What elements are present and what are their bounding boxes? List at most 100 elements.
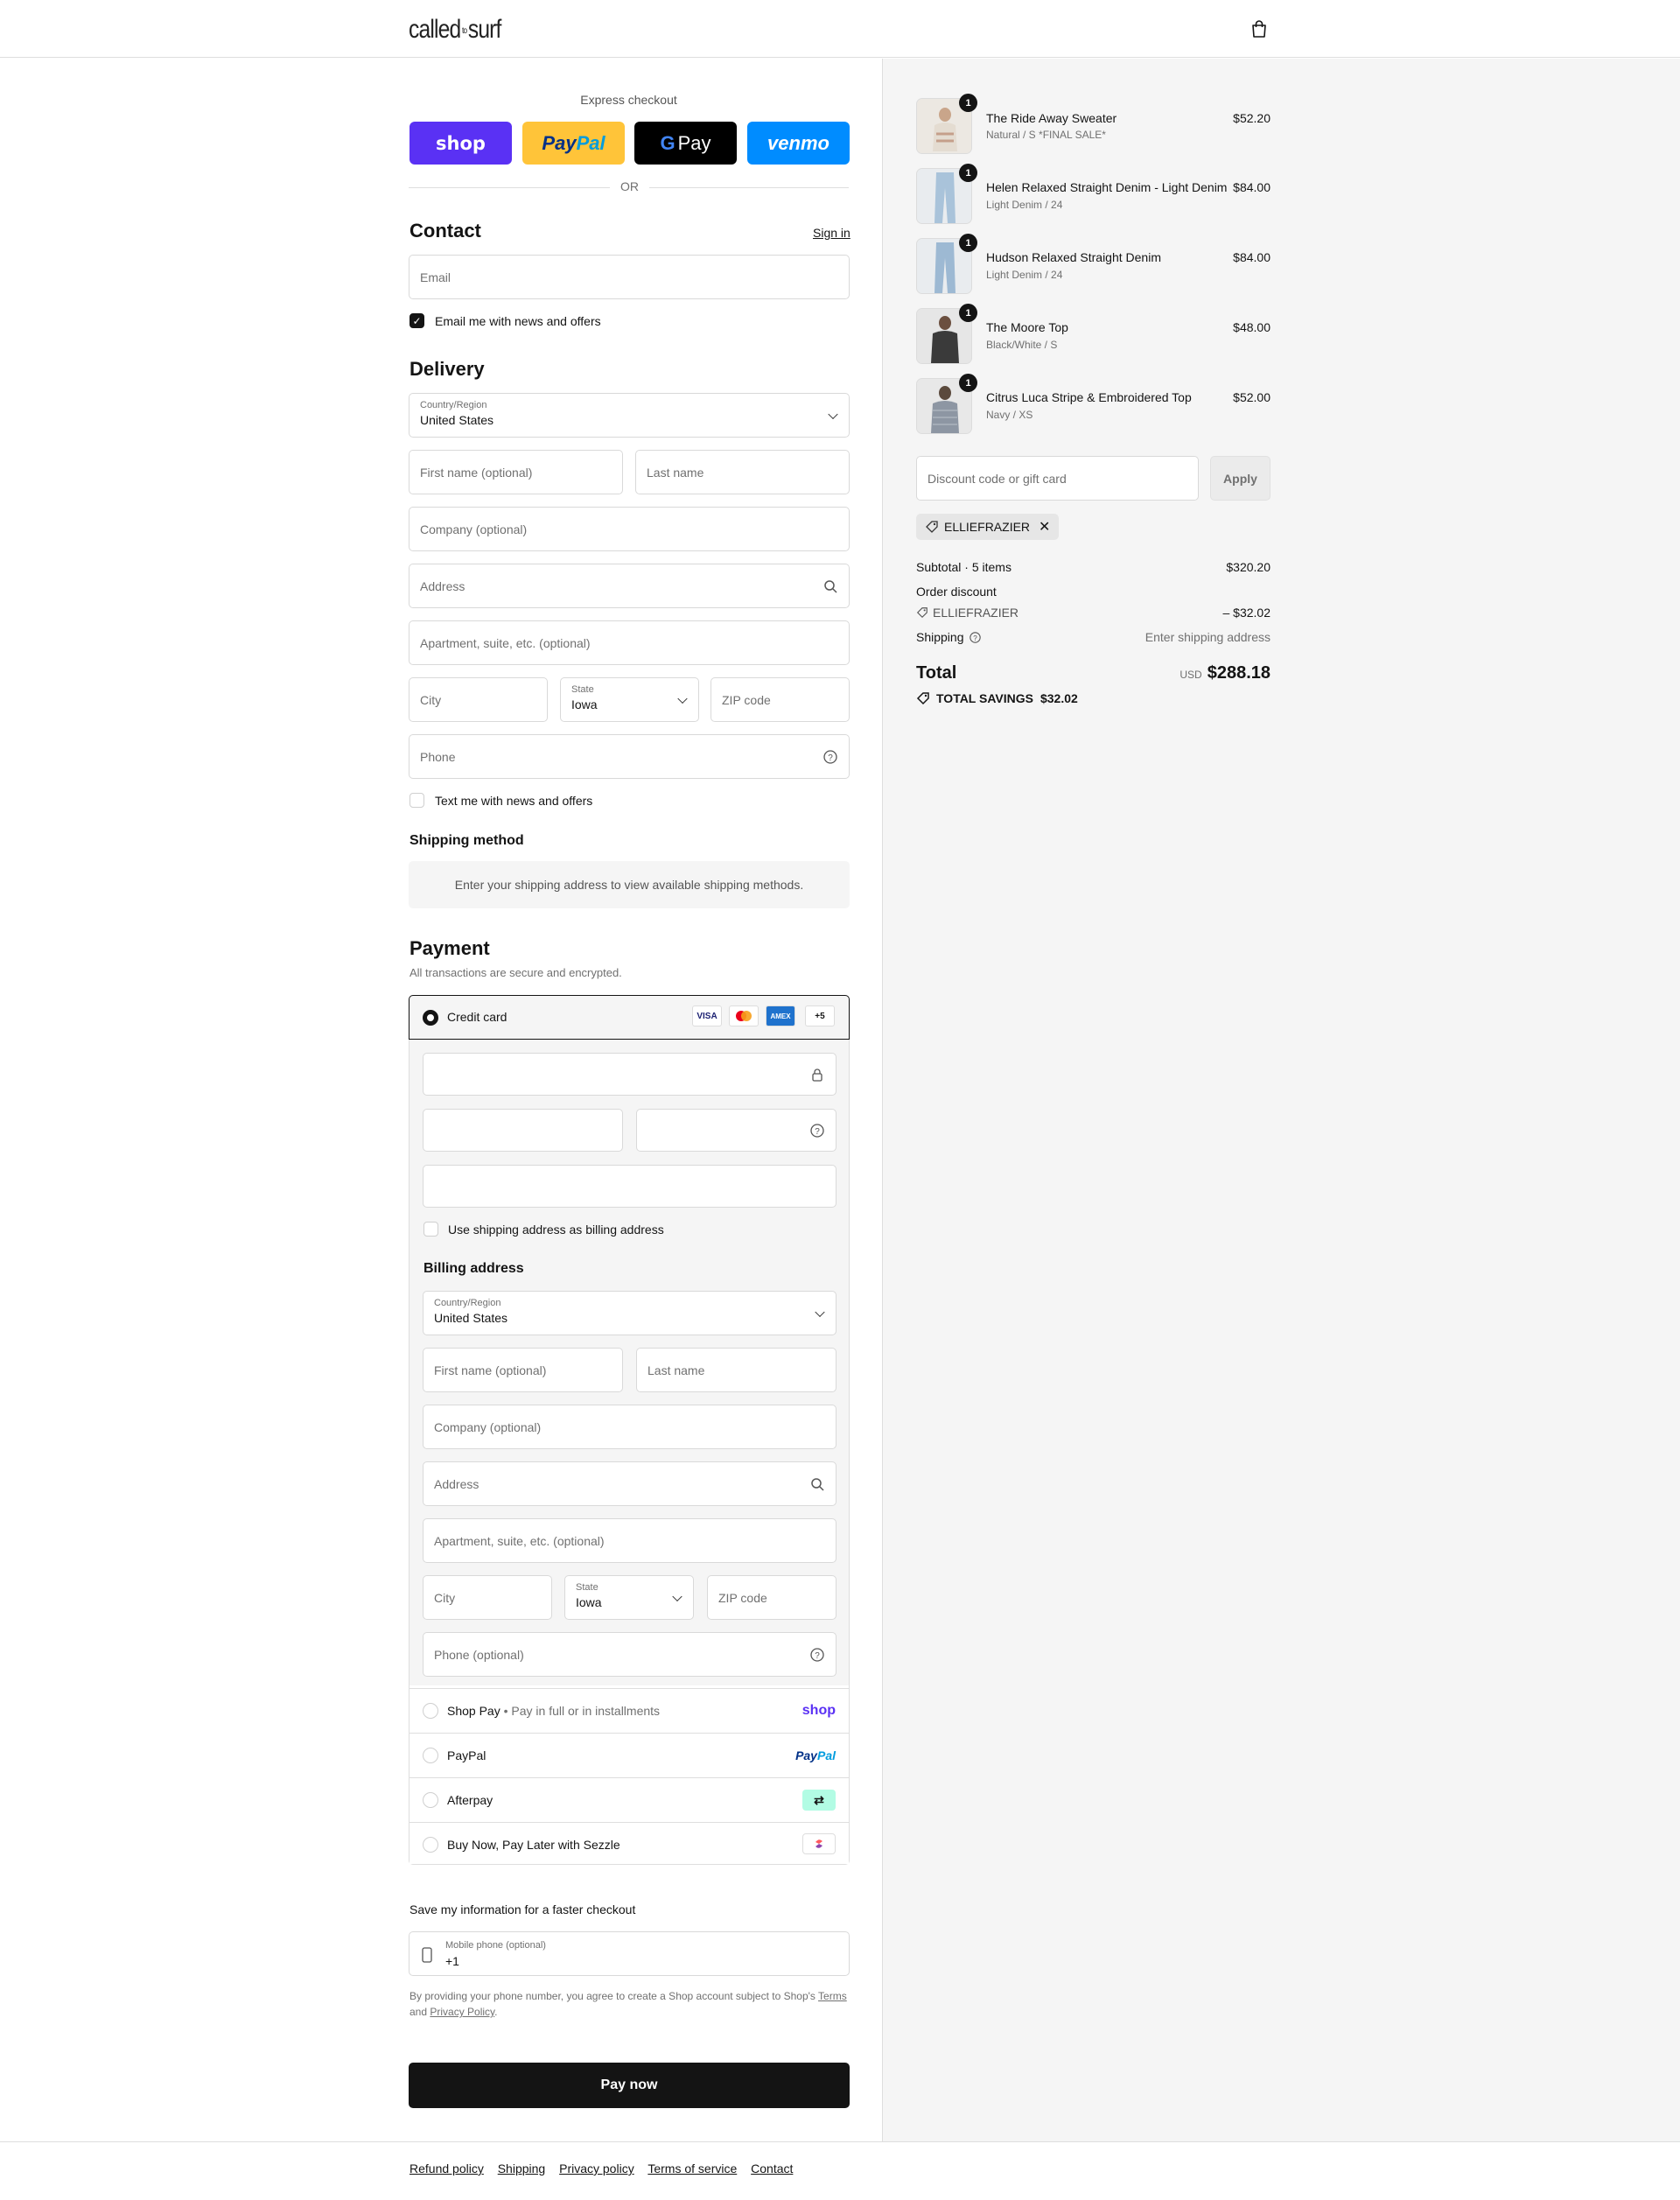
tag-icon — [916, 607, 928, 619]
discount-chip: ELLIEFRAZIER ✕ — [916, 514, 1060, 540]
total-currency: USD — [1180, 669, 1202, 681]
card-number-field[interactable] — [423, 1053, 836, 1096]
privacy-policy-link[interactable]: Privacy policy — [559, 2161, 634, 2175]
shop-pay-option[interactable]: Shop Pay • Pay in full or in installment… — [410, 1688, 849, 1733]
product-variant: Black/White / S — [986, 339, 1058, 351]
phone-placeholder: Phone — [420, 749, 456, 764]
total-savings: TOTAL SAVINGS $32.02 — [916, 691, 1078, 705]
chevron-down-icon — [815, 1307, 825, 1317]
search-icon — [824, 579, 837, 593]
billing-city-field[interactable]: City — [423, 1575, 552, 1620]
billing-country-value: United States — [434, 1311, 508, 1325]
paypal-radio[interactable] — [423, 1748, 438, 1763]
more-cards-badge: +5 — [805, 1005, 835, 1026]
first-name-field[interactable]: First name (optional) — [409, 450, 623, 494]
billing-country-select[interactable]: Country/Region United States — [423, 1291, 836, 1335]
expiration-date-field[interactable] — [423, 1109, 623, 1152]
last-name-field[interactable]: Last name — [635, 450, 850, 494]
store-logo[interactable]: called tosurf — [409, 15, 501, 45]
name-on-card-field[interactable] — [423, 1165, 836, 1208]
product-price: $52.00 — [1233, 390, 1270, 404]
billing-country-label: Country/Region — [434, 1298, 501, 1308]
shop-pay-radio[interactable] — [423, 1703, 438, 1719]
afterpay-label: Afterpay — [447, 1793, 494, 1807]
shipping-link[interactable]: Shipping — [498, 2161, 546, 2175]
credit-card-radio[interactable] — [423, 1010, 438, 1026]
sezzle-option[interactable]: Buy Now, Pay Later with Sezzle — [410, 1822, 849, 1864]
zip-placeholder: ZIP code — [722, 692, 771, 707]
savings-value: $32.02 — [1040, 691, 1078, 705]
billing-address-field[interactable]: Address — [423, 1461, 836, 1506]
sign-in-link[interactable]: Sign in — [813, 226, 850, 240]
company-placeholder: Company (optional) — [420, 522, 528, 536]
venmo-button[interactable]: venmo — [747, 122, 850, 165]
legal-and: and — [410, 2006, 428, 2018]
afterpay-radio[interactable] — [423, 1792, 438, 1808]
email-newsletter-label: Email me with news and offers — [435, 314, 601, 328]
email-newsletter-checkbox[interactable]: ✓ — [410, 313, 424, 328]
help-icon[interactable]: ? — [810, 1123, 824, 1138]
google-pay-button[interactable]: G Pay — [634, 122, 737, 165]
tag-icon — [926, 521, 938, 533]
tag-icon — [916, 692, 929, 705]
country-select[interactable]: Country/Region United States — [409, 393, 850, 438]
help-icon[interactable]: ? — [823, 749, 837, 764]
billing-same-label: Use shipping address as billing address — [448, 1223, 664, 1237]
shop-pay-button[interactable]: shop — [410, 122, 512, 165]
quantity-badge: 1 — [959, 374, 977, 392]
apply-discount-button[interactable]: Apply — [1210, 456, 1270, 501]
lock-icon — [812, 1068, 822, 1082]
email-field[interactable]: Email — [409, 255, 850, 299]
billing-first-name-field[interactable]: First name (optional) — [423, 1348, 623, 1392]
quantity-badge: 1 — [959, 304, 977, 322]
billing-last-name-field[interactable]: Last name — [636, 1348, 836, 1392]
zip-field[interactable]: ZIP code — [710, 677, 850, 722]
subtotal-value: $320.20 — [1226, 560, 1270, 574]
sezzle-radio[interactable] — [423, 1837, 438, 1853]
company-field[interactable]: Company (optional) — [409, 507, 850, 551]
logo-text-end: surf — [467, 15, 502, 44]
discount-code-field[interactable]: Discount code or gift card — [916, 456, 1199, 501]
billing-same-checkbox[interactable] — [424, 1222, 438, 1237]
shipping-value: Enter shipping address — [1144, 630, 1270, 644]
security-code-field[interactable]: ? — [636, 1109, 836, 1152]
svg-text:?: ? — [815, 1651, 820, 1661]
terms-of-service-link[interactable]: Terms of service — [648, 2161, 737, 2175]
billing-city-placeholder: City — [434, 1590, 456, 1605]
discount-value: – $32.02 — [1222, 606, 1271, 620]
billing-state-select[interactable]: State Iowa — [564, 1575, 694, 1620]
city-field[interactable]: City — [409, 677, 548, 722]
contact-link[interactable]: Contact — [751, 2161, 793, 2175]
payment-title: Payment — [410, 937, 490, 959]
billing-state-label: State — [576, 1582, 598, 1593]
refund-policy-link[interactable]: Refund policy — [410, 2161, 484, 2175]
address-field[interactable]: Address — [409, 564, 850, 608]
billing-zip-field[interactable]: ZIP code — [707, 1575, 836, 1620]
paypal-logo-icon: PayPal — [795, 1748, 836, 1762]
billing-company-field[interactable]: Company (optional) — [423, 1405, 836, 1449]
help-icon[interactable]: ? — [969, 631, 981, 643]
afterpay-option[interactable]: Afterpay ⇄ — [410, 1777, 849, 1822]
svg-text:?: ? — [973, 634, 977, 641]
paypal-option[interactable]: PayPal PayPal — [410, 1733, 849, 1777]
privacy-link[interactable]: Privacy Policy — [430, 2006, 494, 2018]
billing-phone-field[interactable]: Phone (optional)? — [423, 1632, 836, 1677]
apartment-field[interactable]: Apartment, suite, etc. (optional) — [409, 620, 850, 665]
mobile-phone-field[interactable]: Mobile phone (optional) +1 — [409, 1931, 850, 1976]
sms-checkbox[interactable] — [410, 793, 424, 808]
order-summary-panel — [882, 59, 1680, 2141]
help-icon[interactable]: ? — [810, 1647, 824, 1662]
shopping-bag-icon[interactable] — [1250, 19, 1268, 39]
pay-now-button[interactable]: Pay now — [409, 2063, 850, 2108]
paypal-button[interactable]: Pay Pal — [522, 122, 625, 165]
sms-label: Text me with news and offers — [435, 794, 593, 808]
phone-field[interactable]: Phone? — [409, 734, 850, 779]
search-icon — [811, 1477, 824, 1491]
save-info-legal: By providing your phone number, you agre… — [410, 1988, 850, 2020]
terms-link[interactable]: Terms — [818, 1990, 847, 2002]
discount-code-text: ELLIEFRAZIER — [944, 520, 1031, 534]
first-name-placeholder: First name (optional) — [420, 465, 533, 480]
billing-apartment-field[interactable]: Apartment, suite, etc. (optional) — [423, 1518, 836, 1563]
remove-discount-icon[interactable]: ✕ — [1039, 518, 1050, 536]
state-select[interactable]: State Iowa — [560, 677, 699, 722]
